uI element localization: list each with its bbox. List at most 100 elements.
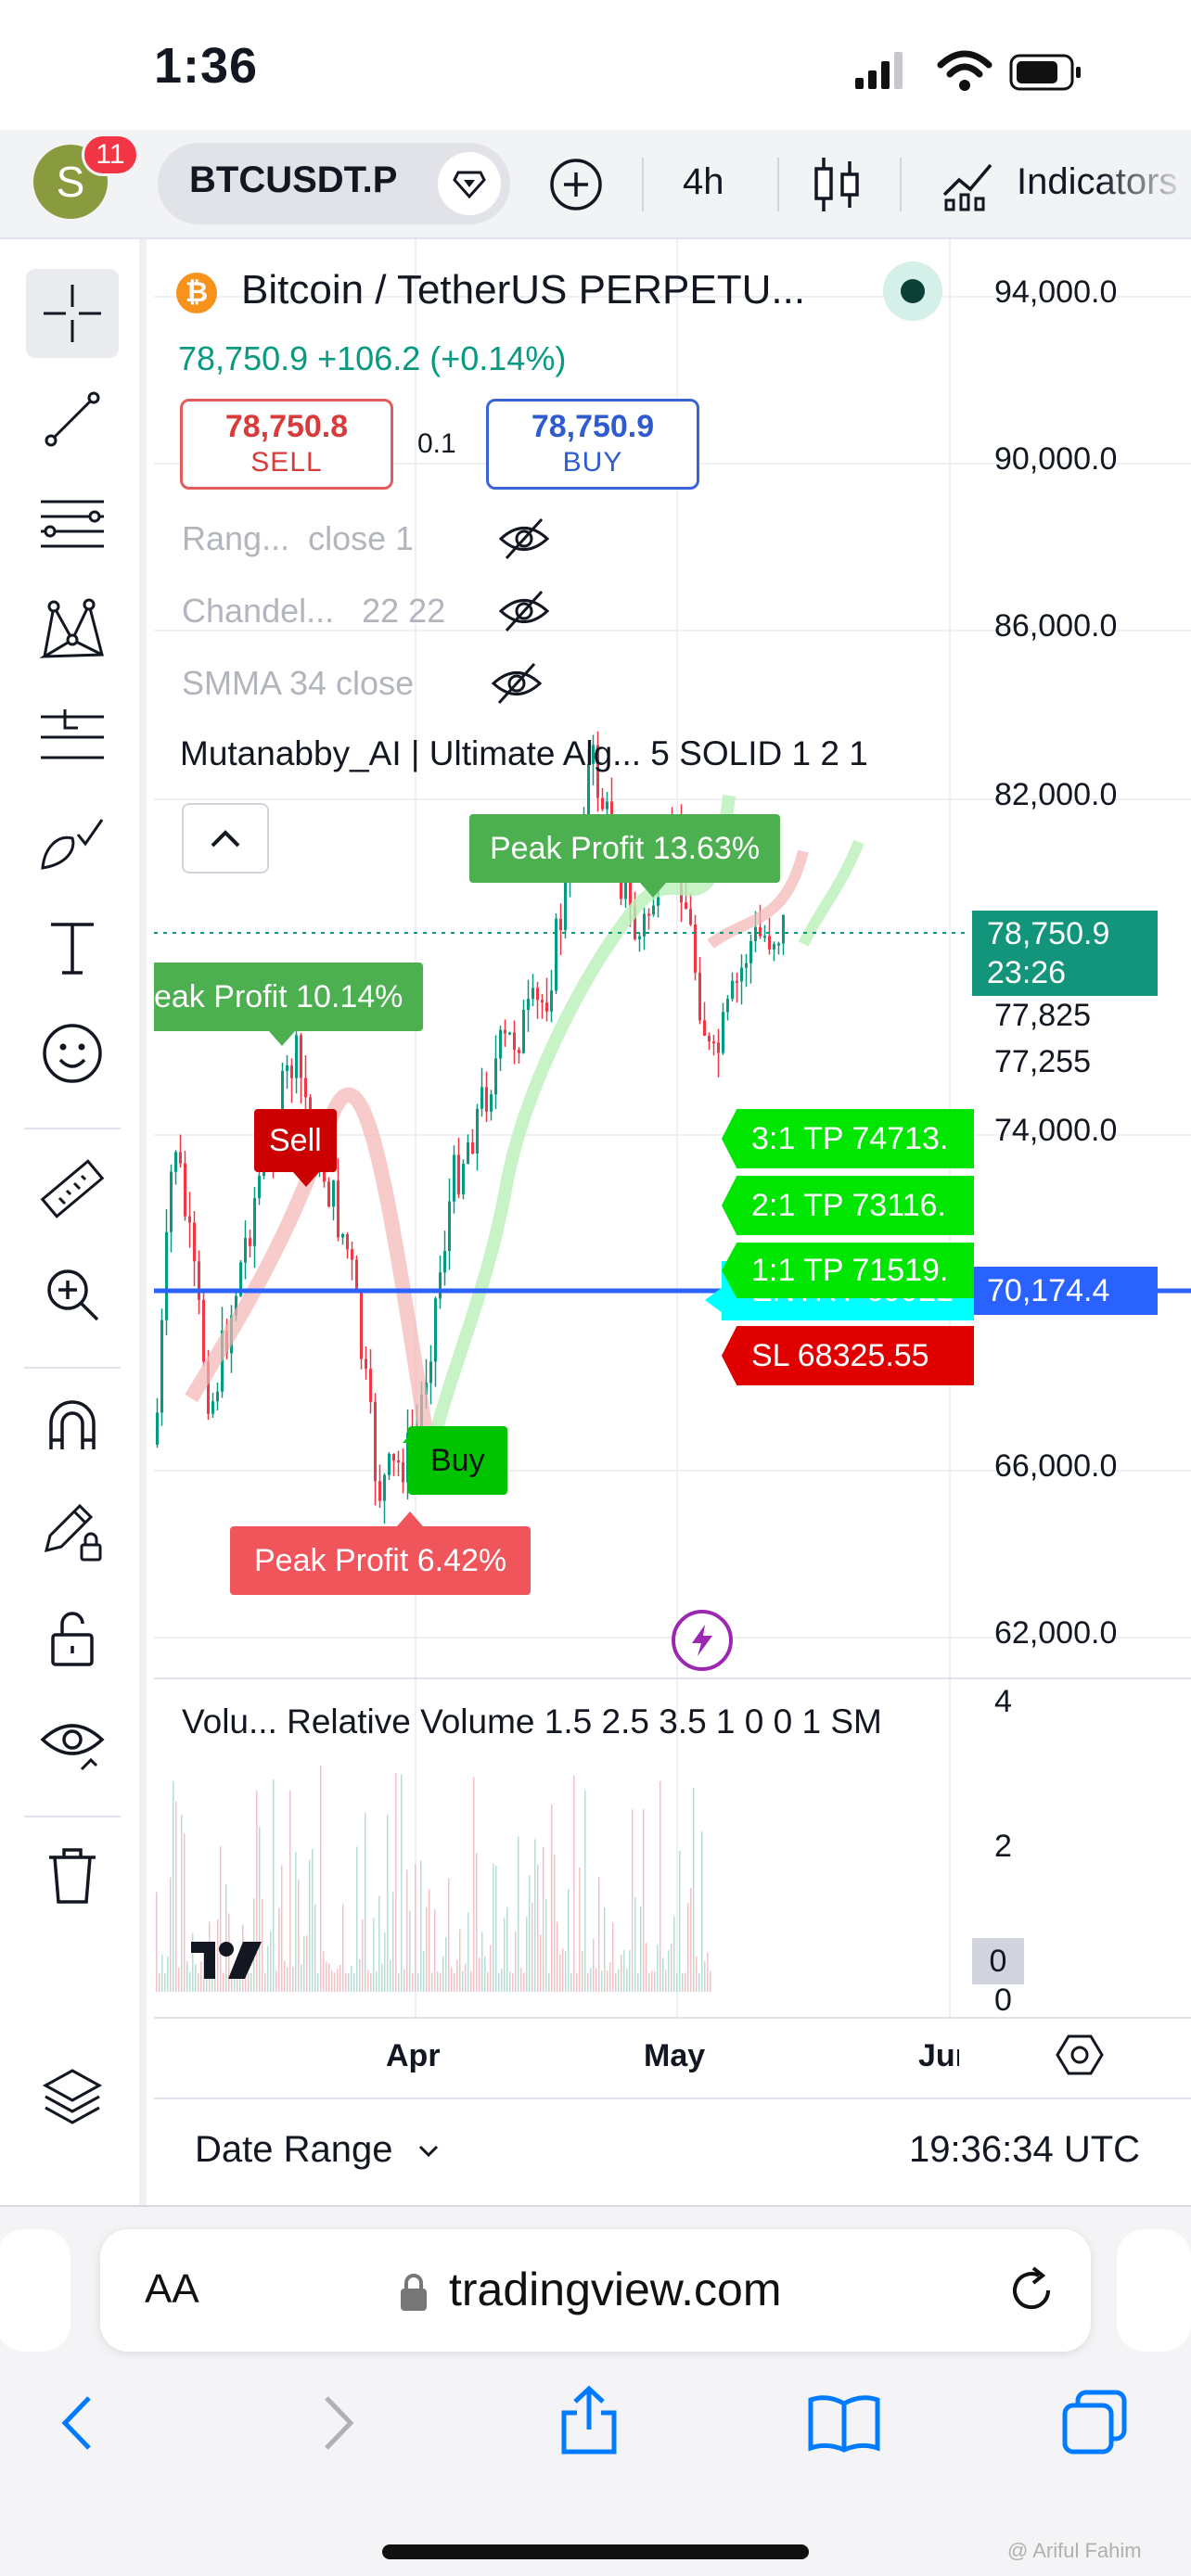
chart-area[interactable]: ₿ Bitcoin / TetherUS PERPETU... 78,750.9…	[154, 239, 1191, 2205]
previous-tab-preview[interactable]	[0, 2229, 70, 2352]
price-axis-label: 66,000.0	[994, 1448, 1118, 1484]
current-price-value: 78,750.9	[987, 916, 1110, 951]
emoji-icon[interactable]	[26, 1009, 119, 1098]
volume-bar	[398, 1972, 400, 1992]
candle-body	[165, 1231, 168, 1320]
volume-bar	[621, 1955, 622, 1992]
volume-bar	[465, 1963, 467, 1992]
candle-body	[782, 914, 785, 944]
sell-button[interactable]: 78,750.8 SELL	[180, 399, 393, 490]
magnet-icon[interactable]	[26, 1382, 119, 1471]
candle-body	[550, 990, 553, 1012]
indicator-smma[interactable]: SMMA 34 close	[182, 664, 414, 703]
brush-icon[interactable]	[26, 797, 119, 886]
volume-bar	[640, 1906, 642, 1992]
lock-icon	[397, 2272, 430, 2317]
candle-body	[202, 1299, 205, 1362]
market-status-icon[interactable]	[883, 261, 942, 321]
candle-body	[365, 1358, 367, 1370]
volume-bar	[456, 1959, 458, 1992]
volume-bar	[484, 1956, 486, 1992]
candle-body	[369, 1369, 372, 1402]
candle-body	[244, 1238, 247, 1263]
collapse-legend-button[interactable]	[182, 803, 269, 874]
pattern-xabcd-icon[interactable]	[26, 586, 119, 675]
volume-bar	[607, 1970, 608, 1992]
symbol-search-button[interactable]: BTCUSDT.P	[158, 143, 510, 224]
battery-icon	[1009, 54, 1081, 91]
buy-button[interactable]: 78,750.9 BUY	[486, 399, 699, 490]
next-tab-preview[interactable]	[1117, 2229, 1191, 2352]
volume-bar	[412, 1972, 414, 1992]
date-range-label: Date Range	[195, 2129, 393, 2170]
candle-body	[304, 1078, 307, 1098]
lightning-event-icon[interactable]	[672, 1610, 733, 1671]
zoom-in-icon[interactable]	[26, 1250, 119, 1339]
tabs-icon[interactable]	[1059, 2387, 1130, 2462]
candle-body	[160, 1320, 163, 1413]
crosshair-icon[interactable]	[26, 269, 119, 358]
reload-icon[interactable]	[1005, 2264, 1057, 2321]
back-arrow-icon[interactable]	[56, 2391, 102, 2460]
volume-bar	[668, 1950, 670, 1992]
visibility-icon[interactable]	[26, 1699, 119, 1788]
tp3-tag: 3:1 TP 74713.	[722, 1109, 974, 1168]
hidden-eye-icon[interactable]	[497, 584, 551, 643]
volume-bar	[554, 1854, 556, 1992]
volume-bar	[448, 1878, 450, 1992]
reader-settings-button[interactable]: AA	[145, 2266, 199, 2313]
bottom-divider	[154, 2098, 1191, 2099]
volume-bar	[543, 1846, 544, 1992]
candle-body	[211, 1401, 214, 1414]
tradingview-logo[interactable]	[187, 1936, 276, 1989]
long-position-icon[interactable]	[26, 692, 119, 781]
share-icon[interactable]	[557, 2383, 621, 2462]
trend-line-icon[interactable]	[26, 375, 119, 464]
trash-icon[interactable]	[26, 1830, 119, 1919]
volume-bar	[445, 1936, 447, 1992]
fib-retracement-icon[interactable]	[26, 480, 119, 569]
utc-clock[interactable]: 19:36:34 UTC	[909, 2129, 1140, 2171]
volume-bar	[451, 1968, 453, 1992]
volume-bar	[673, 1916, 675, 1992]
order-quantity[interactable]: 0.1	[417, 428, 456, 460]
compare-add-icon[interactable]	[544, 152, 608, 222]
volume-bar	[540, 1934, 542, 1992]
volume-bar	[284, 1960, 286, 1992]
indicator-chandelier[interactable]: Chandel... 22 22	[182, 592, 445, 631]
volume-bar	[167, 1956, 169, 1992]
address-bar[interactable]: AA tradingview.com	[100, 2229, 1091, 2352]
candle-body	[198, 1261, 200, 1300]
volume-legend[interactable]: Volu... Relative Volume 1.5 2.5 3.5 1 0 …	[182, 1702, 882, 1741]
hidden-eye-icon[interactable]	[490, 657, 544, 715]
indicators-icon[interactable]	[939, 154, 998, 218]
volume-bar	[704, 1961, 706, 1992]
candle-body	[624, 881, 627, 899]
ruler-icon[interactable]	[26, 1144, 119, 1233]
unlock-icon[interactable]	[26, 1593, 119, 1682]
chart-settings-icon[interactable]	[1056, 2031, 1104, 2084]
hidden-eye-icon[interactable]	[497, 512, 551, 570]
buy-price: 78,750.9	[531, 409, 655, 444]
diamond-icon[interactable]	[438, 152, 501, 215]
bookmarks-icon[interactable]	[805, 2391, 883, 2460]
candle-body	[689, 909, 692, 925]
layers-icon[interactable]	[26, 2051, 119, 2140]
volume-bar	[328, 1963, 330, 1992]
indicator-range[interactable]: Rang... close 10	[182, 519, 412, 558]
text-tool-icon[interactable]	[26, 903, 119, 992]
indicator-params: close 10	[308, 519, 413, 557]
symbol-title[interactable]: Bitcoin / TetherUS PERPETU...	[241, 267, 805, 313]
candle-body	[745, 963, 748, 968]
price-axis-label: 77,255	[994, 1044, 1091, 1079]
indicator-algo[interactable]: Mutanabby_AI | Ultimate Alg... 5 SOLID 1…	[180, 734, 868, 773]
volume-bar	[576, 1972, 578, 1992]
forward-arrow-icon[interactable]	[315, 2391, 362, 2460]
date-range-button[interactable]: Date Range	[195, 2129, 441, 2171]
lock-drawings-icon[interactable]	[26, 1487, 119, 1576]
volume-bar	[654, 1971, 656, 1992]
candle-body	[759, 926, 762, 937]
volume-bar	[651, 1970, 653, 1992]
timeframe-button[interactable]: 4h	[683, 161, 724, 203]
candle-style-icon[interactable]	[809, 152, 864, 222]
